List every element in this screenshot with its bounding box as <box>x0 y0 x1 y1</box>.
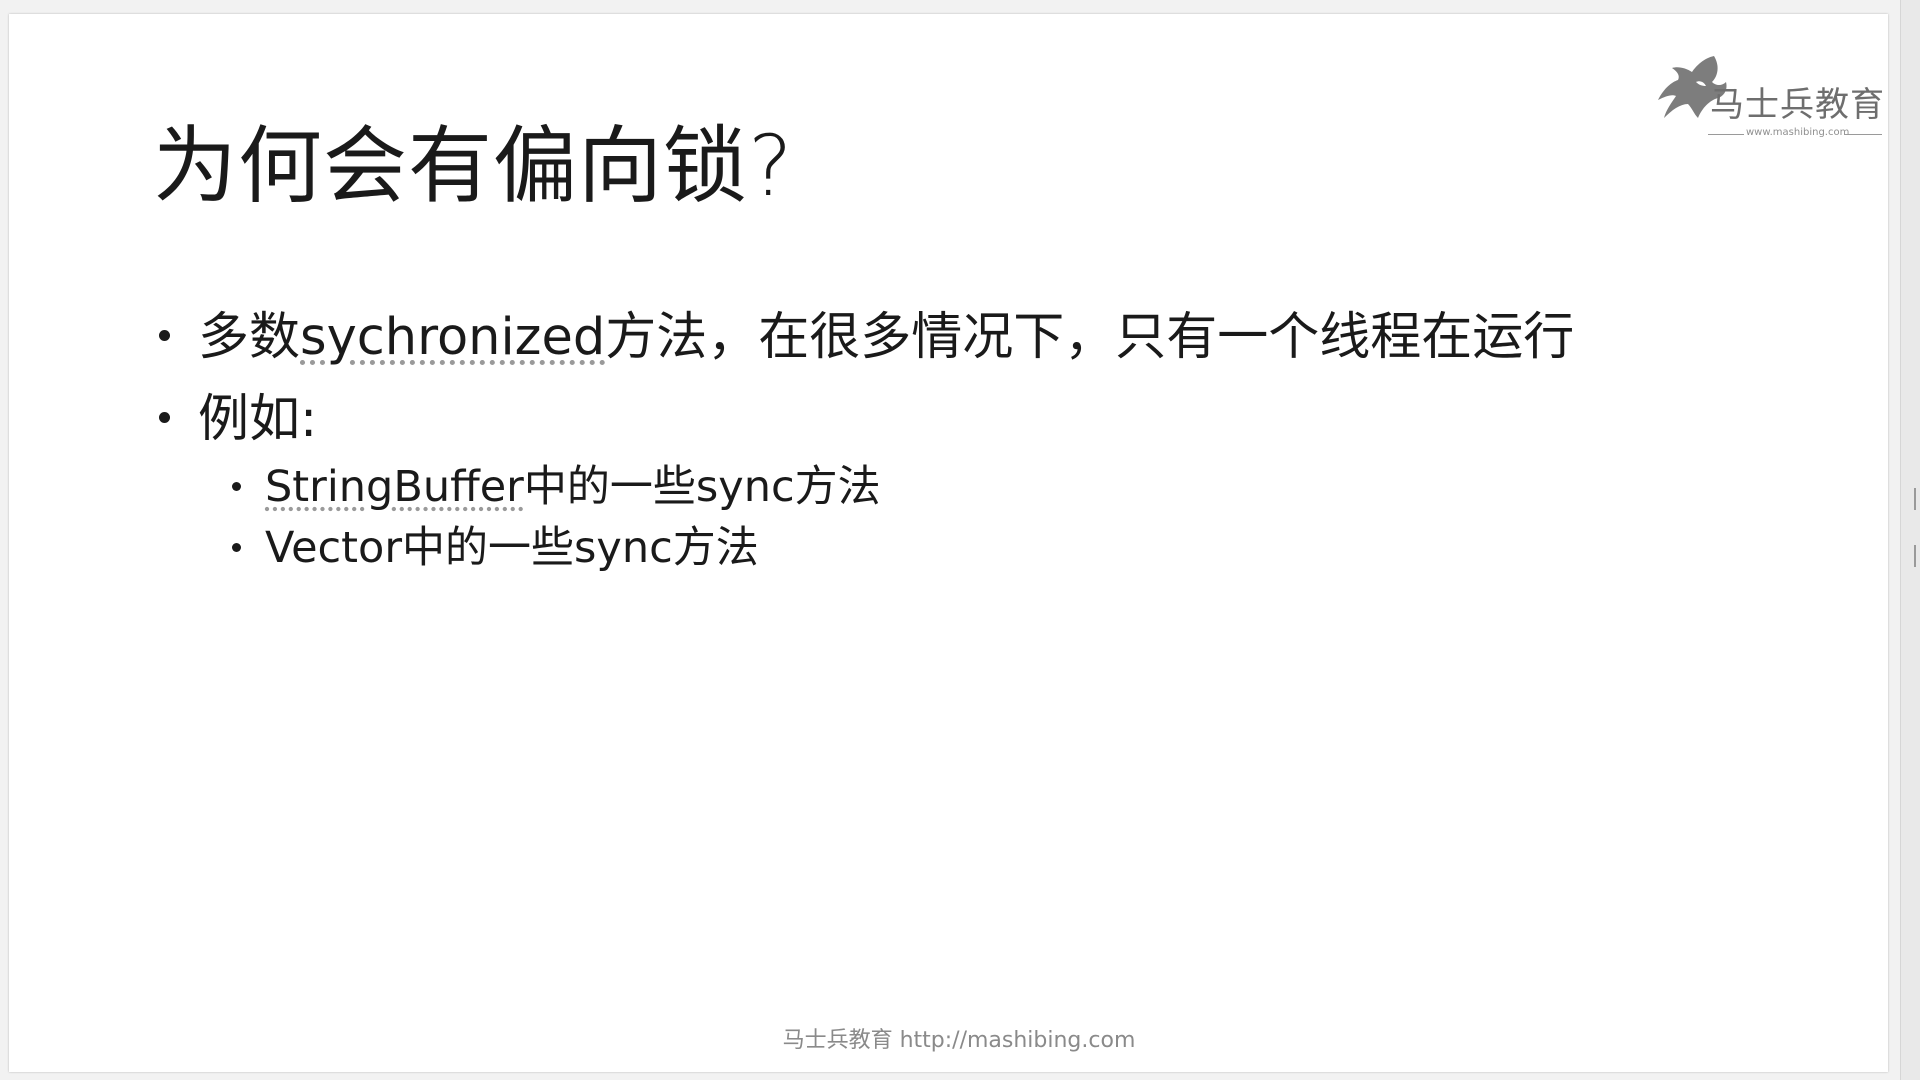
bullet-text: 多数sychronized方法，在很多情况下，只有一个线程在运行 <box>198 308 1575 367</box>
bullet-dot <box>159 412 170 423</box>
slide-canvas[interactable]: 马士兵教育 www.mashibing.com 为何会有偏向锁? 多数sychr… <box>9 14 1888 1072</box>
scrollbar-thumb[interactable] <box>1914 488 1916 510</box>
brand-logo: 马士兵教育 www.mashibing.com <box>1652 52 1885 142</box>
slide-title[interactable]: 为何会有偏向锁? <box>153 124 794 208</box>
bullet-text: 例如: <box>198 390 318 449</box>
scrollbar-track[interactable] <box>1900 0 1920 1080</box>
logo-divider-left <box>1708 134 1744 135</box>
sub-bullet-dot <box>232 543 241 552</box>
bullet-dot <box>159 330 170 341</box>
sub-bullet-text: StringBuffer中的一些sync方法 <box>265 462 881 512</box>
logo-name: 马士兵教育 <box>1710 85 1885 125</box>
logo-divider-right <box>1844 134 1882 135</box>
presentation-window: 马士兵教育 www.mashibing.com 为何会有偏向锁? 多数sychr… <box>0 0 1920 1080</box>
sub-bullet-dot <box>232 482 241 491</box>
scrollbar-marker <box>1914 545 1916 567</box>
logo-url: www.mashibing.com <box>1746 127 1850 138</box>
sub-bullet-text: Vector中的一些sync方法 <box>265 523 759 573</box>
slide-footer: 马士兵教育 http://mashibing.com <box>782 1028 1136 1053</box>
